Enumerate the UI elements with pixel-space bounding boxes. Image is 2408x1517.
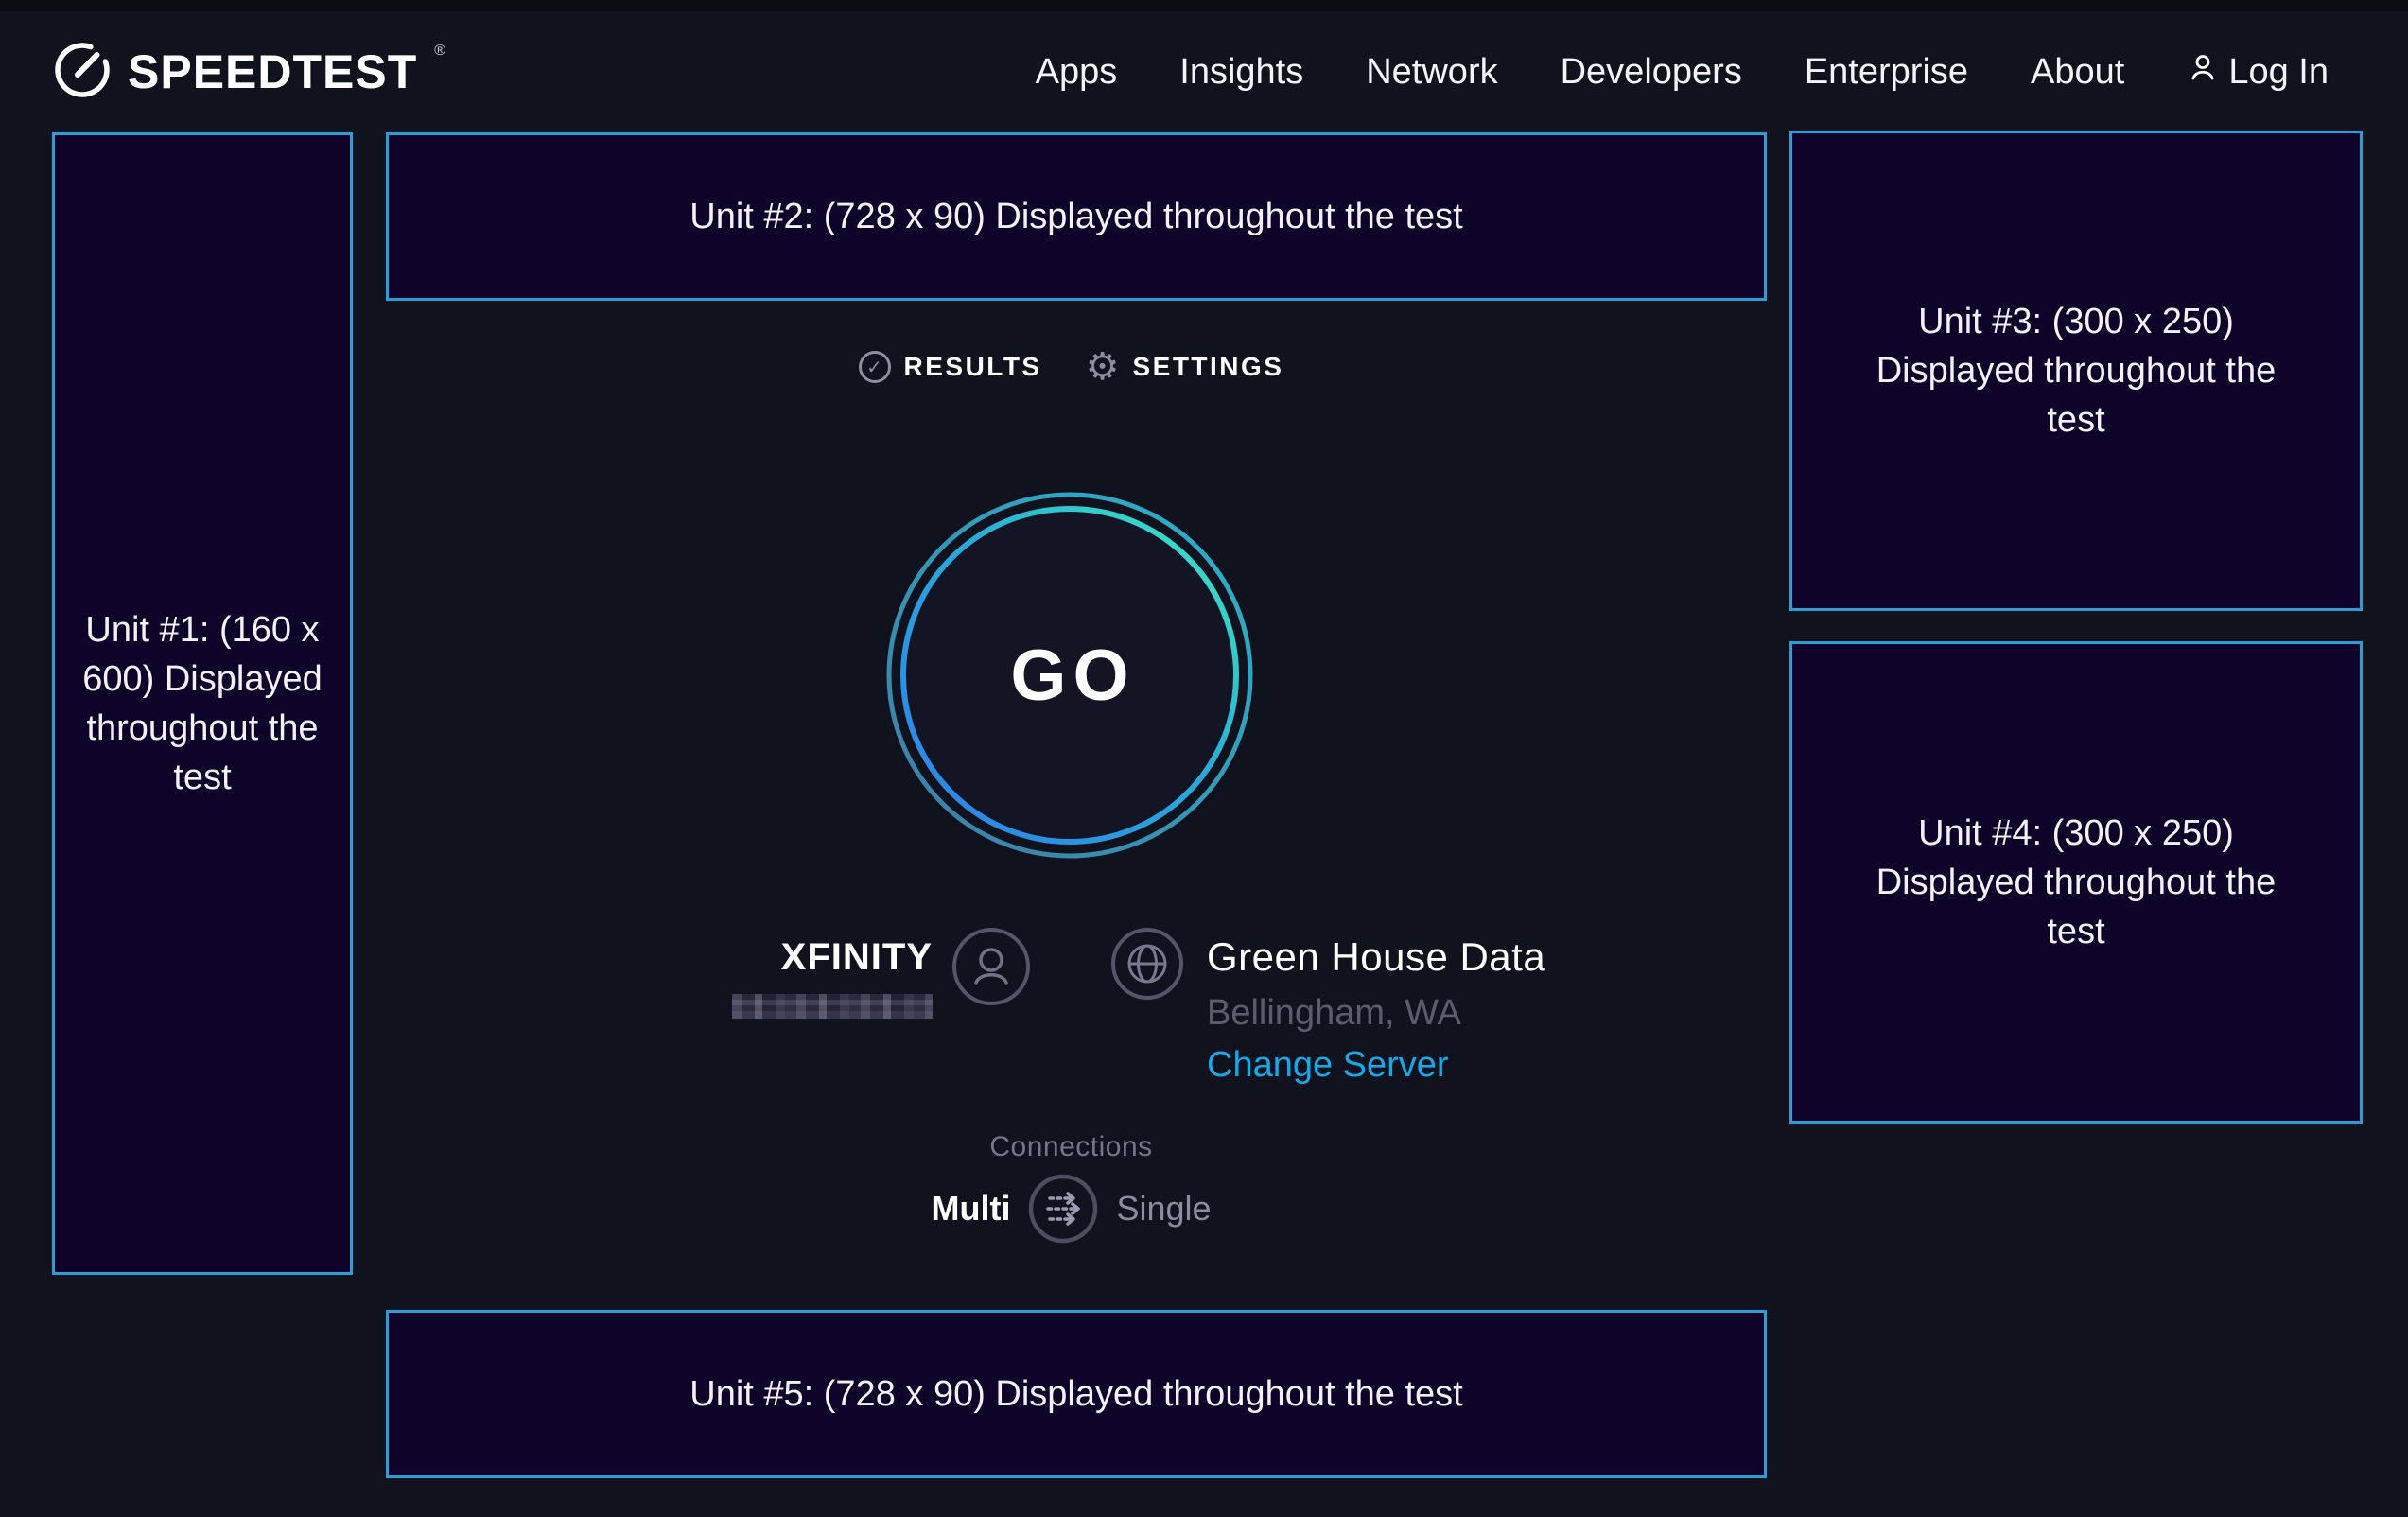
logo-wordmark: SPEEDTEST [128,44,417,99]
go-button[interactable]: GO [881,486,1259,864]
check-circle-icon: ✓ [859,351,891,383]
globe-icon [1110,927,1184,1005]
top-nav-bar: SPEEDTEST ® Apps Insights Network Develo… [0,11,2408,132]
speedtest-gauge-icon [52,40,113,105]
connections-label: Connections [353,1131,1789,1163]
ad-unit-3: Unit #3: (300 x 250) Displayed throughou… [1789,131,2363,611]
speedtest-page: SPEEDTEST ® Apps Insights Network Develo… [0,0,2408,1517]
nav-item-insights[interactable]: Insights [1179,52,1303,93]
test-area: ✓ RESULTS ⚙ SETTINGS [353,132,1789,1517]
ad-unit-4-label: Unit #4: (300 x 250) Displayed throughou… [1849,809,2303,956]
nav-item-about[interactable]: About [2031,52,2124,93]
server-name: Green House Data [1207,934,1545,980]
tab-results-label: RESULTS [904,352,1042,382]
tabs-row: ✓ RESULTS ⚙ SETTINGS [353,348,1789,386]
ad-unit-1-label: Unit #1: (160 x 600) Displayed throughou… [70,605,335,802]
login-user-icon [2187,51,2219,93]
server-info: Green House Data Bellingham, WA Change S… [1110,927,1545,1086]
tab-settings-label: SETTINGS [1132,352,1283,382]
window-top-edge [0,0,2408,11]
change-server-link[interactable]: Change Server [1207,1045,1545,1086]
nav-item-apps[interactable]: Apps [1036,52,1118,93]
logo-trademark: ® [434,43,445,60]
isp-info: XFINITY [732,927,1031,1019]
ad-unit-1: Unit #1: (160 x 600) Displayed throughou… [52,132,353,1275]
speedtest-logo[interactable]: SPEEDTEST ® [52,40,444,105]
connections-multi-option[interactable]: Multi [931,1189,1010,1229]
ad-unit-4: Unit #4: (300 x 250) Displayed throughou… [1789,641,2363,1124]
connections-toggle-row: Multi Single [353,1173,1789,1245]
isp-ip-redacted [732,994,933,1019]
main-nav: Apps Insights Network Developers Enterpr… [1036,51,2329,93]
nav-item-network[interactable]: Network [1366,52,1497,93]
tab-results[interactable]: ✓ RESULTS [859,351,1042,383]
login-button[interactable]: Log In [2187,51,2329,93]
nav-item-developers[interactable]: Developers [1561,52,1742,93]
isp-name: XFINITY [781,936,933,979]
server-location: Bellingham, WA [1207,993,1545,1034]
gear-icon: ⚙ [1086,348,1120,386]
ad-unit-3-label: Unit #3: (300 x 250) Displayed throughou… [1849,297,2303,445]
nav-item-enterprise[interactable]: Enterprise [1805,52,1968,93]
connections-toggle-icon[interactable] [1027,1173,1099,1245]
go-label: GO [1003,635,1135,717]
tab-settings[interactable]: ⚙ SETTINGS [1086,348,1284,386]
user-icon [951,927,1031,1011]
connections-single-option[interactable]: Single [1116,1189,1211,1229]
login-label: Log In [2228,52,2329,93]
